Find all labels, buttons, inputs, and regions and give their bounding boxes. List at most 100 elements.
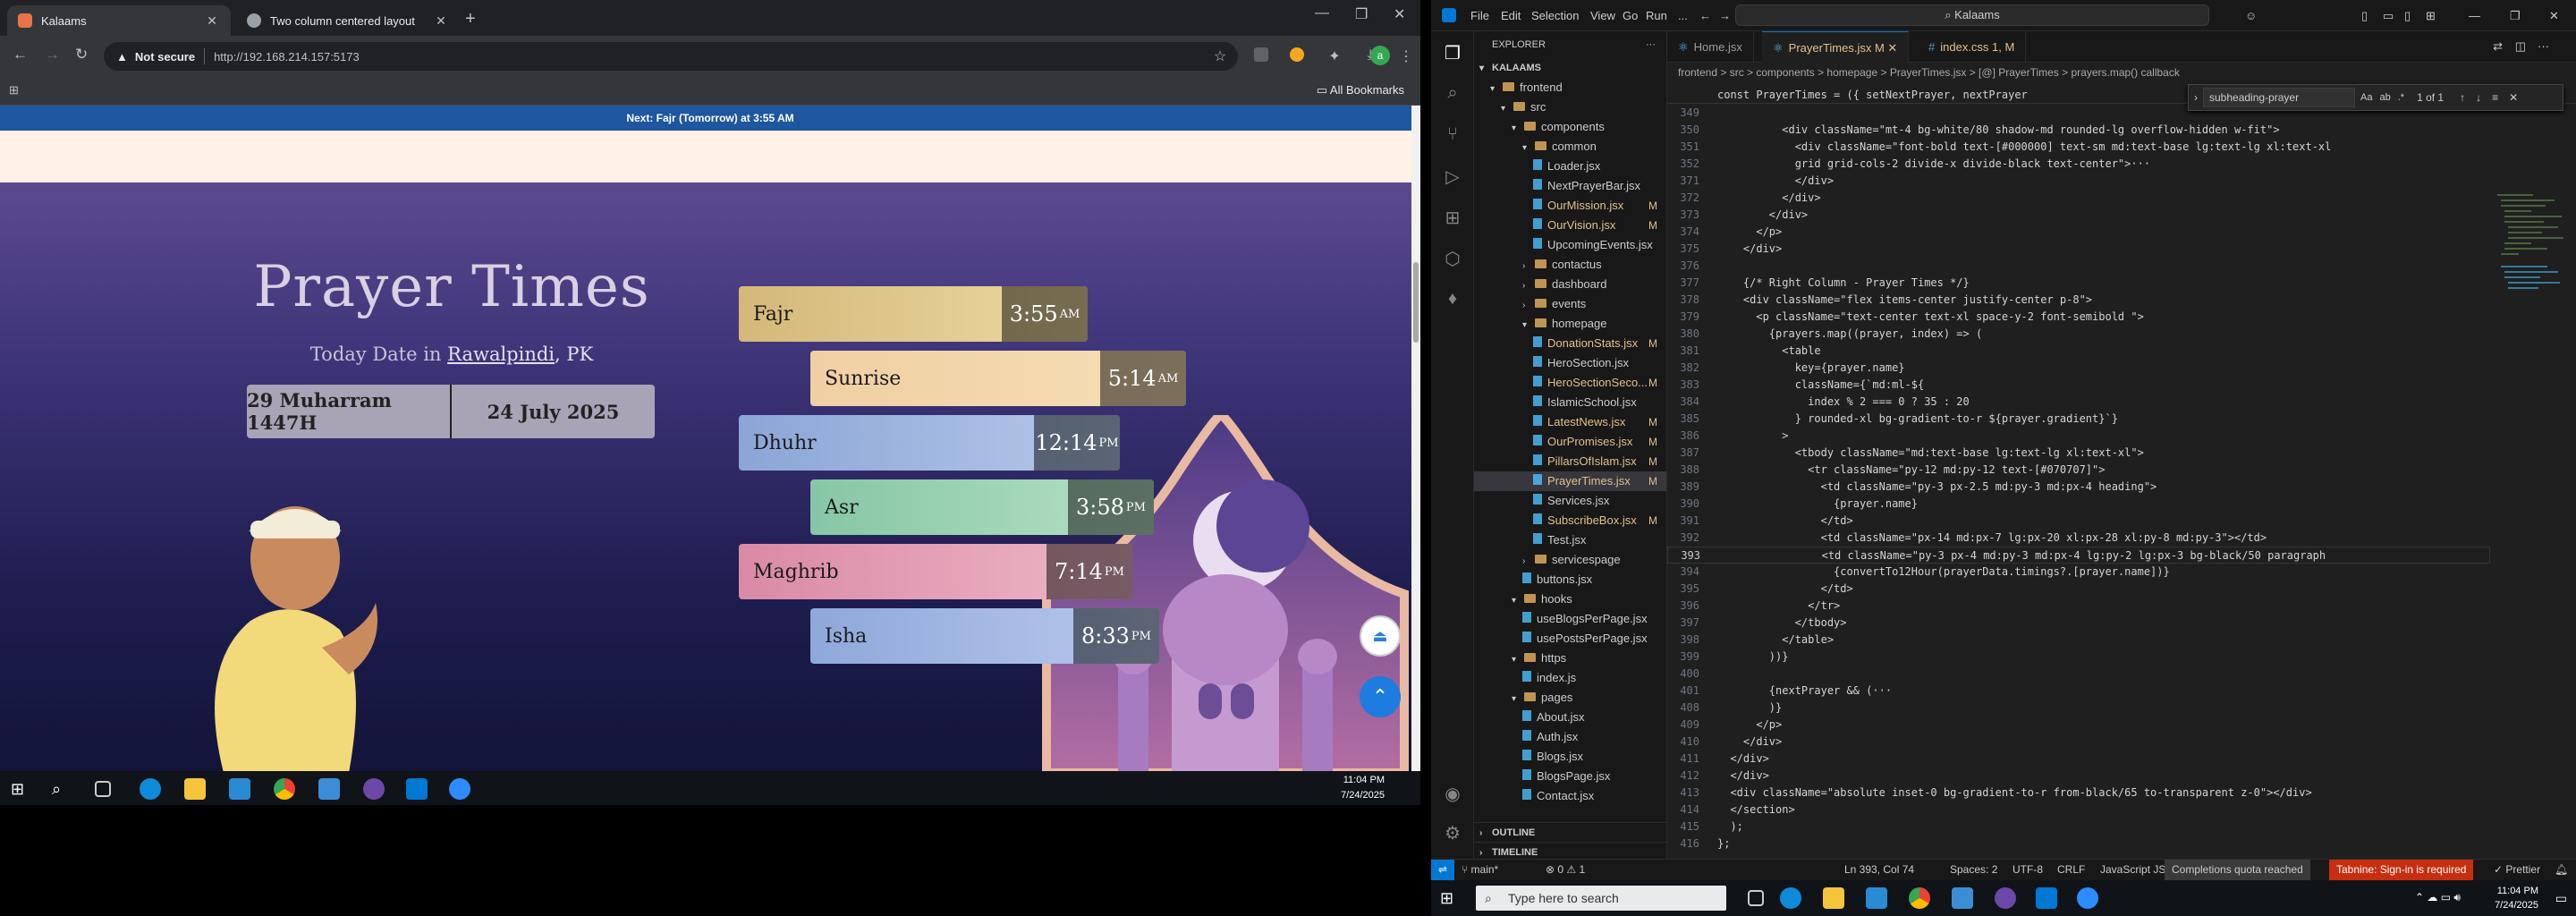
extension-icon[interactable] [1254, 47, 1268, 62]
problems-indicator[interactable]: ⊗ 0 ⚠ 1 [1546, 863, 1585, 876]
tree-file[interactable]: HeroSectionSeco... M [1474, 373, 1666, 393]
system-tray-icons[interactable]: ⌃ ☁ ▭ 🔊︎ [2415, 891, 2461, 904]
tree-folder[interactable]: ▾ components [1474, 117, 1666, 137]
apps-grid-icon[interactable]: ⊞ [9, 83, 19, 98]
kebab-menu-icon[interactable]: ⋮ [1397, 47, 1415, 65]
tree-folder[interactable]: ▾ src [1474, 98, 1666, 117]
code-line[interactable]: 379 <p className="text-center text-xl sp… [1667, 309, 2490, 326]
menu-go[interactable]: Go [1623, 9, 1638, 22]
github-desktop-icon[interactable] [363, 778, 385, 800]
code-line[interactable]: 382 key={prayer.name} [1667, 360, 2490, 377]
code-line[interactable]: 371 </div> [1667, 173, 2490, 190]
code-line[interactable]: 401 {nextPrayer && (··· [1667, 683, 2490, 700]
toggle-panel-icon[interactable]: ▭ [2383, 9, 2394, 23]
tree-file[interactable]: NextPrayerBar.jsx [1474, 176, 1666, 196]
tree-file[interactable]: OurMission.jsx M [1474, 196, 1666, 216]
breadcrumbs[interactable]: frontend > src > components > homepage >… [1667, 63, 2576, 82]
code-line[interactable]: 415 ); [1667, 818, 2490, 835]
menu-run[interactable]: Run [1646, 9, 1667, 22]
code-line[interactable]: 376 [1667, 258, 2490, 275]
code-line[interactable]: 411 </div> [1667, 751, 2490, 768]
tree-file[interactable]: PillarsOfIslam.jsx M [1474, 452, 1666, 471]
vscode-icon[interactable] [406, 778, 428, 800]
copilot-icon[interactable]: ☺ [2245, 9, 2257, 22]
tree-file[interactable]: Blogs.jsx [1474, 747, 1666, 767]
menu-view[interactable]: View [1590, 9, 1615, 22]
code-line[interactable]: 381 <table [1667, 343, 2490, 360]
minimize-icon[interactable]: — [1315, 5, 1329, 21]
code-line[interactable]: 393 <td className="py-3 px-4 md:py-3 md:… [1667, 547, 2490, 564]
tree-file[interactable]: IslamicSchool.jsx [1474, 393, 1666, 412]
new-tab-plus-icon[interactable]: + [465, 9, 476, 30]
zoom-icon[interactable] [449, 778, 470, 800]
code-line[interactable]: 378 <div className="flex items-center ju… [1667, 292, 2490, 309]
tree-folder[interactable]: ▾ hooks [1474, 589, 1666, 609]
timeline-section[interactable]: › TIMELINE [1474, 842, 1666, 859]
command-center[interactable]: ⌕ Kalaams [1735, 4, 2209, 26]
branch-indicator[interactable]: ⑂ main* [1462, 863, 1498, 876]
code-line[interactable]: 412 </div> [1667, 768, 2490, 785]
edge-icon[interactable] [140, 778, 161, 800]
edge-icon[interactable] [1780, 887, 1801, 909]
prettier-status[interactable]: ✓ Prettier [2494, 863, 2540, 876]
run-debug-icon[interactable]: ▷ [1442, 165, 1463, 187]
tree-file[interactable]: OurPromises.jsx M [1474, 432, 1666, 452]
tabnine-status[interactable]: Tabnine: Sign-in is required [2329, 860, 2474, 880]
whole-word-icon[interactable]: ab [2379, 92, 2390, 103]
github-icon[interactable]: ⬡ [1442, 248, 1463, 269]
indentation[interactable]: Spaces: 2 [1950, 863, 1997, 876]
tree-file[interactable]: DonationStats.jsx M [1474, 334, 1666, 353]
task-view-icon[interactable] [95, 781, 111, 797]
code-line[interactable]: 352 grid grid-cols-2 divide-x divide-bla… [1667, 156, 2490, 173]
tree-folder[interactable]: › dashboard [1474, 275, 1666, 294]
zoom-icon[interactable] [2077, 887, 2098, 909]
notifications-bell-icon[interactable]: 🔔︎ [2555, 863, 2568, 876]
code-line[interactable]: 395 </td> [1667, 581, 2490, 598]
split-editor-icon[interactable]: ◫ [2515, 39, 2526, 54]
code-line[interactable]: 350 <div className="mt-4 bg-white/80 sha… [1667, 122, 2490, 139]
close-tab-icon[interactable]: ✕ [433, 13, 449, 29]
tree-file[interactable]: About.jsx [1474, 708, 1666, 727]
menu-file[interactable]: File [1470, 9, 1489, 22]
address-bar[interactable]: ▲ Not secure http://192.168.214.157:5173 [104, 42, 1238, 71]
code-line[interactable]: 414 </section> [1667, 802, 2490, 818]
store-icon[interactable] [1866, 887, 1887, 909]
tree-file[interactable]: Contact.jsx [1474, 786, 1666, 806]
workspace-root[interactable]: ▾ KALAAMS [1474, 58, 1666, 78]
tree-file[interactable]: LatestNews.jsx M [1474, 412, 1666, 432]
tab-two-column[interactable]: Two column centered layout ✕ [236, 5, 460, 36]
close-find-icon[interactable]: ✕ [2509, 91, 2518, 104]
code-line[interactable]: 416}; [1667, 835, 2490, 852]
code-line[interactable]: 351 <div className="font-bold text-[#000… [1667, 139, 2490, 156]
regex-icon[interactable]: .* [2398, 92, 2404, 103]
match-case-icon[interactable]: Aa [2360, 92, 2372, 103]
code-line[interactable]: 400 [1667, 666, 2490, 683]
code-line[interactable]: 397 </tbody> [1667, 615, 2490, 632]
taskbar-search-box[interactable]: ⌕ Type here to search [1476, 886, 1726, 911]
cursor-position[interactable]: Ln 393, Col 74 [1844, 863, 1914, 876]
code-line[interactable]: 387 <tbody className="md:text-base lg:te… [1667, 445, 2490, 462]
tree-folder[interactable]: › servicespage [1474, 550, 1666, 570]
tree-file[interactable]: Auth.jsx [1474, 727, 1666, 747]
code-line[interactable]: 413 <div className="absolute inset-0 bg-… [1667, 785, 2490, 802]
minimap[interactable] [2492, 185, 2565, 400]
tree-file[interactable]: OurVision.jsx M [1474, 216, 1666, 235]
tree-file[interactable]: buttons.jsx [1474, 570, 1666, 589]
vscode-icon[interactable] [2036, 887, 2057, 909]
source-control-icon[interactable]: ⑂ [1442, 124, 1463, 146]
code-line[interactable]: 408 )} [1667, 700, 2490, 717]
tree-file[interactable]: PrayerTimes.jsx M [1474, 471, 1666, 491]
github-desktop-icon[interactable] [1995, 887, 2016, 909]
scrollbar-thumb[interactable] [1413, 262, 1419, 343]
explorer-files-icon[interactable]: ❐ [1442, 42, 1463, 64]
page-scrollbar[interactable] [1411, 106, 1420, 771]
code-line[interactable]: 409 </p> [1667, 717, 2490, 734]
tree-file[interactable]: UpcomingEvents.jsx [1474, 235, 1666, 255]
code-line[interactable]: 383 className={`md:ml-${ [1667, 377, 2490, 394]
tree-file[interactable]: Loader.jsx [1474, 157, 1666, 176]
menu-selection[interactable]: Selection [1531, 9, 1579, 22]
toggle-sidebar-icon[interactable]: ▯ [2361, 9, 2368, 23]
code-line[interactable]: 386 > [1667, 428, 2490, 445]
tree-file[interactable]: index.js [1474, 668, 1666, 688]
taskbar-clock[interactable]: 11:04 PM 7/24/2025 [1341, 773, 1385, 803]
